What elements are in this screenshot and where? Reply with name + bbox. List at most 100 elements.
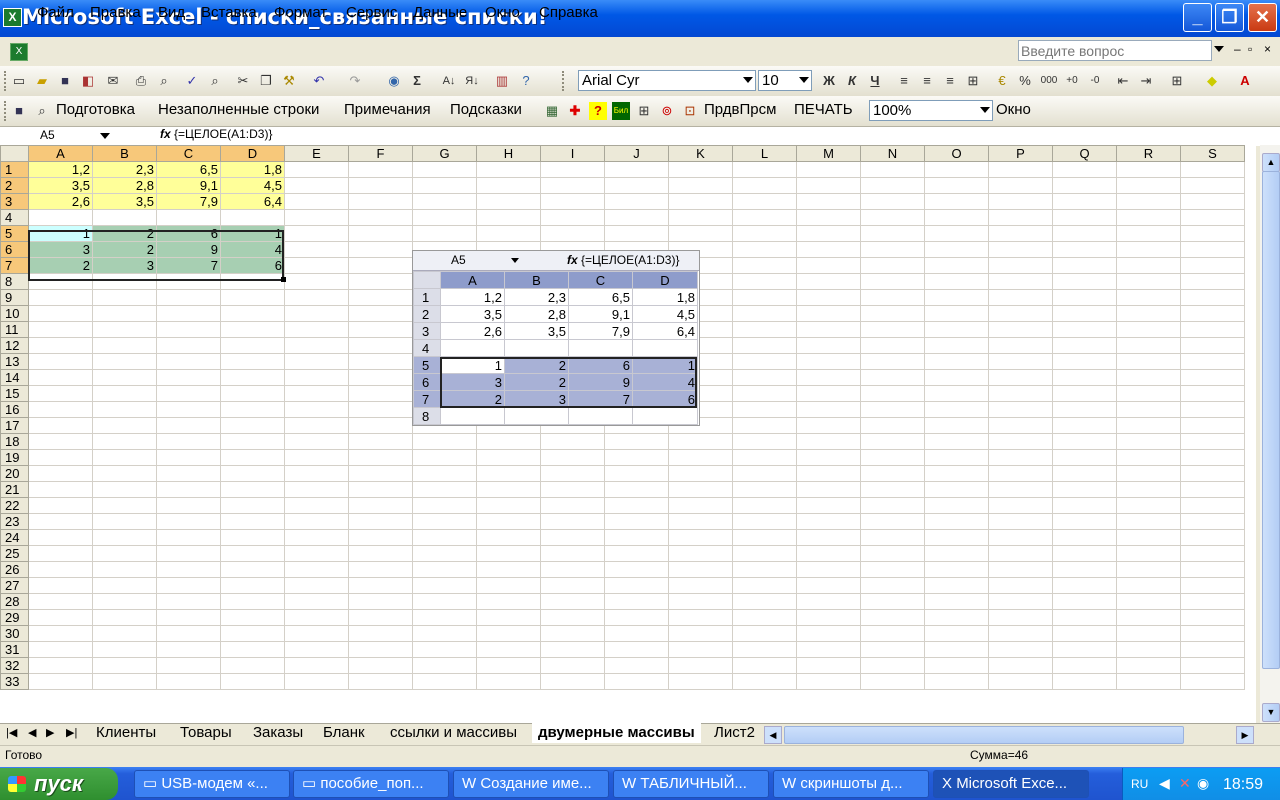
name-box-dropdown-icon[interactable] <box>100 133 110 139</box>
cell[interactable] <box>348 497 413 514</box>
cell[interactable] <box>924 625 989 642</box>
cell[interactable] <box>1116 449 1181 466</box>
cell[interactable] <box>220 401 285 418</box>
task-folder[interactable]: ▭ пособие_поп... <box>293 770 449 798</box>
cell[interactable] <box>1180 273 1245 290</box>
cell[interactable] <box>988 529 1053 546</box>
cell[interactable] <box>1052 321 1117 338</box>
cell[interactable] <box>988 657 1053 674</box>
cell[interactable] <box>796 353 861 370</box>
cell[interactable] <box>348 321 413 338</box>
cell[interactable] <box>1052 241 1117 258</box>
cell[interactable] <box>156 657 221 674</box>
cell[interactable] <box>860 305 925 322</box>
redo-icon[interactable]: ↷ <box>346 72 364 90</box>
cell[interactable] <box>604 465 669 482</box>
cell[interactable] <box>924 305 989 322</box>
cell[interactable] <box>668 561 733 578</box>
cell[interactable] <box>284 401 349 418</box>
cell[interactable]: 9,1 <box>156 177 221 194</box>
cell[interactable] <box>220 657 285 674</box>
vertical-scrollbar[interactable]: ▲ ▼ <box>1260 145 1280 723</box>
cell[interactable] <box>1052 481 1117 498</box>
cell[interactable] <box>1116 161 1181 178</box>
cell[interactable] <box>348 673 413 690</box>
cell[interactable] <box>732 561 797 578</box>
cell[interactable] <box>1180 177 1245 194</box>
cell[interactable] <box>28 401 93 418</box>
cell[interactable] <box>348 465 413 482</box>
cell[interactable] <box>668 481 733 498</box>
column-header[interactable]: D <box>220 145 285 162</box>
cell[interactable] <box>1052 385 1117 402</box>
column-header[interactable]: M <box>796 145 861 162</box>
cell[interactable] <box>1052 625 1117 642</box>
cell[interactable] <box>668 465 733 482</box>
cell[interactable] <box>540 449 605 466</box>
cell[interactable] <box>604 657 669 674</box>
cell[interactable] <box>1116 401 1181 418</box>
cell[interactable] <box>348 385 413 402</box>
cell[interactable] <box>348 401 413 418</box>
align-left-icon[interactable]: ≡ <box>895 72 913 90</box>
cell[interactable] <box>28 497 93 514</box>
maximize-button[interactable]: ❐ <box>1215 3 1244 32</box>
cell[interactable] <box>476 545 541 562</box>
cell[interactable] <box>604 673 669 690</box>
ask-dropdown-icon[interactable] <box>1214 46 1224 52</box>
font-name-dropdown[interactable]: Arial Cyr <box>578 70 756 91</box>
cell[interactable] <box>796 177 861 194</box>
column-header[interactable]: S <box>1180 145 1245 162</box>
thousands-button[interactable]: 000 <box>1040 72 1058 90</box>
cell[interactable] <box>220 545 285 562</box>
sheet-tab-sheet2[interactable]: Лист2 <box>714 724 755 741</box>
cell[interactable] <box>860 385 925 402</box>
cell[interactable] <box>156 513 221 530</box>
cell[interactable] <box>1180 513 1245 530</box>
cell[interactable] <box>412 529 477 546</box>
cell[interactable] <box>732 193 797 210</box>
row-header[interactable]: 24 <box>0 529 29 546</box>
cell[interactable] <box>476 161 541 178</box>
cell[interactable] <box>796 161 861 178</box>
cell[interactable] <box>156 449 221 466</box>
column-header[interactable]: N <box>860 145 925 162</box>
cell[interactable] <box>92 273 157 290</box>
row-header[interactable]: 31 <box>0 641 29 658</box>
cell[interactable] <box>732 513 797 530</box>
cell[interactable] <box>28 465 93 482</box>
cell[interactable] <box>28 513 93 530</box>
menu-window[interactable]: Окно <box>485 4 520 21</box>
help-icon[interactable]: ? <box>517 72 535 90</box>
worksheet[interactable]: A B C D E F G H I J K L M N O P Q R S 11 <box>0 145 1256 723</box>
cell[interactable] <box>924 289 989 306</box>
cell[interactable] <box>732 337 797 354</box>
cell[interactable] <box>220 529 285 546</box>
align-right-icon[interactable]: ≡ <box>941 72 959 90</box>
cell[interactable] <box>412 433 477 450</box>
cell[interactable] <box>540 481 605 498</box>
cell[interactable] <box>668 593 733 610</box>
merge-center-icon[interactable]: ⊞ <box>964 72 982 90</box>
cell[interactable] <box>860 209 925 226</box>
cell[interactable] <box>220 577 285 594</box>
cell[interactable] <box>476 225 541 242</box>
cell[interactable] <box>1180 225 1245 242</box>
cell[interactable] <box>1052 225 1117 242</box>
cell[interactable] <box>28 321 93 338</box>
cell[interactable] <box>732 289 797 306</box>
cell[interactable] <box>988 433 1053 450</box>
cell[interactable] <box>668 625 733 642</box>
cell[interactable] <box>860 177 925 194</box>
cell[interactable] <box>988 305 1053 322</box>
cell[interactable] <box>92 529 157 546</box>
cell[interactable] <box>988 401 1053 418</box>
toolbar-notes-menu[interactable]: Примечания <box>344 101 431 118</box>
cell[interactable] <box>476 657 541 674</box>
cell[interactable] <box>732 209 797 226</box>
cell[interactable] <box>540 177 605 194</box>
cell[interactable] <box>284 321 349 338</box>
hscroll-right-icon[interactable]: ▶ <box>1236 726 1254 744</box>
formula-input[interactable]: {=ЦЕЛОЕ(A1:D3)} <box>174 127 272 141</box>
cell[interactable] <box>284 353 349 370</box>
